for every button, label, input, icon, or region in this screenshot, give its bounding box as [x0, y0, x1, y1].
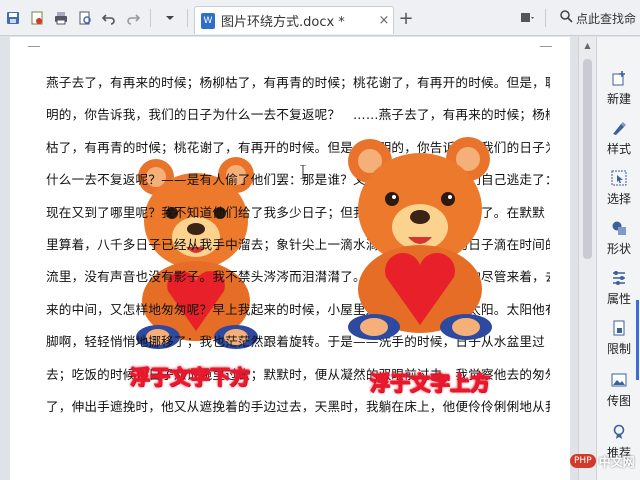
watermark-text: 中文网	[598, 454, 635, 469]
caption-behind-text: 浮于文字下方	[130, 365, 251, 390]
page-margin-corner	[28, 37, 40, 47]
new-doc-icon	[610, 69, 628, 87]
panel-item-select[interactable]: 选择	[597, 163, 640, 213]
properties-icon	[610, 269, 628, 287]
image-icon	[610, 371, 628, 389]
panel-label: 属性	[606, 292, 631, 306]
panel-item-restrict[interactable]: 限制	[597, 313, 640, 363]
style-icon	[610, 119, 628, 137]
document-type-icon: W	[201, 12, 215, 29]
right-task-panel: 新建 样式 选择 形状 属性 限制 传图 推荐	[596, 37, 640, 480]
bookmark-dropdown-icon[interactable]	[517, 7, 539, 29]
dropdown-icon[interactable]	[159, 7, 181, 29]
panel-label: 新建	[606, 92, 631, 106]
toolbar-divider	[150, 8, 151, 27]
text-line: 燕子去了，有再来的时候；杨柳枯了，有再青的时候；桃花谢了，有再开的时候。但是，聪	[46, 75, 550, 90]
caption-in-front-of-text: 浮于文字上方	[370, 371, 491, 396]
select-icon	[610, 169, 628, 187]
save-icon[interactable]	[2, 7, 24, 29]
page-margin-corner	[540, 37, 552, 47]
panel-active-indicator	[636, 300, 639, 380]
right-toolbar: 点此查找命	[515, 6, 636, 30]
panel-item-upload-image[interactable]: 传图	[597, 365, 640, 415]
recommend-icon	[610, 423, 628, 441]
search-command-box[interactable]: 点此查找命	[560, 9, 636, 27]
document-tab[interactable]: W 图片环绕方式.docx * ×	[194, 6, 394, 34]
panel-item-style[interactable]: 样式	[597, 113, 640, 163]
search-command-label: 点此查找命	[575, 11, 636, 26]
export-pdf-icon[interactable]	[26, 7, 48, 29]
print-preview-icon[interactable]	[74, 7, 96, 29]
print-icon[interactable]	[50, 7, 72, 29]
vertical-scrollbar[interactable]: ▲	[578, 37, 596, 480]
document-page[interactable]: 燕子去了，有再来的时候；杨柳枯了，有再青的时候；桃花谢了，有再开的时候。但是，聪…	[10, 37, 570, 480]
restrict-icon	[610, 319, 628, 337]
toolbar-divider	[187, 8, 188, 27]
panel-item-new[interactable]: 新建	[597, 63, 640, 113]
panel-label: 形状	[606, 242, 631, 256]
panel-label: 传图	[606, 394, 631, 408]
panel-item-shape[interactable]: 形状	[597, 213, 640, 263]
panel-label: 选择	[606, 192, 631, 206]
shape-icon	[610, 219, 628, 237]
scroll-up-arrow-icon[interactable]: ▲	[579, 37, 596, 53]
toolbar-divider	[544, 9, 546, 27]
panel-label: 限制	[606, 342, 631, 356]
site-watermark: PHP 中文网	[570, 448, 640, 474]
close-tab-icon[interactable]: ×	[375, 13, 393, 28]
text-cursor-icon	[300, 164, 306, 180]
document-tab-title: 图片环绕方式.docx *	[221, 15, 345, 30]
panel-label: 样式	[606, 142, 631, 156]
new-tab-button[interactable]: +	[396, 8, 416, 29]
redo-icon[interactable]	[122, 7, 144, 29]
scrollbar-thumb[interactable]	[583, 59, 592, 259]
search-icon	[560, 9, 573, 27]
undo-icon[interactable]	[98, 7, 120, 29]
document-canvas[interactable]: 燕子去了，有再来的时候；杨柳枯了，有再青的时候；桃花谢了，有再开的时候。但是，聪…	[0, 37, 578, 480]
panel-item-properties[interactable]: 属性	[597, 263, 640, 313]
watermark-badge: PHP	[570, 454, 596, 468]
bear-image-in-front-of-text[interactable]	[340, 121, 500, 341]
